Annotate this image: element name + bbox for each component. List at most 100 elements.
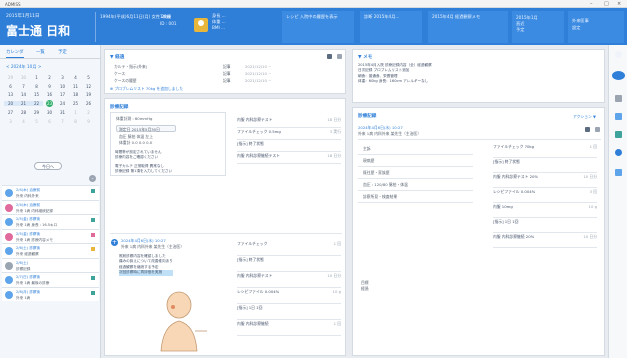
tab-list[interactable]: 一覧 [36,49,45,55]
order-row[interactable]: レシピファイル 0.004% 10 g [237,289,341,295]
action-dropdown[interactable]: アクション ▼ [573,114,596,120]
calendar-day[interactable]: 2 [43,75,56,80]
calendar-day[interactable]: 23 [43,100,56,108]
today-button[interactable]: 今日へ [34,162,62,170]
calendar-day[interactable]: 18 [69,92,82,97]
calendar-day[interactable]: 19 [82,92,95,97]
close-icon[interactable]: × [617,1,621,7]
history-item[interactable]: 2/7(日) 診察後 外来 1病 最後の診療 [2,272,99,287]
history-item[interactable]: 2/8(月) 診察後 外来 1病 [2,286,99,301]
history-item[interactable]: 2/6(土) 診察後 外来 経過観察 [2,243,99,258]
calendar-day[interactable]: 7 [56,119,69,124]
hamburger-icon[interactable] [615,51,622,58]
history-item[interactable]: 2/4(木) 治療前 外来 内科外来 [2,185,99,200]
calendar-day[interactable]: 30 [17,75,30,80]
calendar-icon[interactable] [615,113,622,120]
edit-icon[interactable] [327,54,332,59]
care-row[interactable]: 既往歴・家族歴 [363,170,390,176]
order-row[interactable]: [指示] 1日 1回 [493,219,597,225]
add-problem-link[interactable]: ⊕ プロブレムリスト 70kg を追加しました [110,86,183,92]
calendar-day[interactable]: 6 [4,84,17,89]
calendar-day[interactable]: 3 [56,75,69,80]
calendar-day[interactable]: 29 [4,75,17,80]
header-panel-4[interactable]: 2015年1月 直近 予定 [512,11,564,43]
calendar-day[interactable]: 8 [69,119,82,124]
maximize-icon[interactable]: □ [604,1,609,7]
calendar-day[interactable]: 20 [4,101,17,107]
list-icon[interactable] [615,95,622,102]
calendar-day[interactable]: 30 [43,110,56,115]
order-row[interactable]: [指示] 終了状態 [237,257,341,263]
edit-icon[interactable] [585,127,590,132]
order-row[interactable]: レシピファイル 0.004% 3 回 [493,189,597,195]
calendar-day[interactable]: 14 [17,92,30,97]
order-row[interactable]: ファイルチェック 1 回 [237,241,341,247]
calendar-day[interactable]: 22 [30,101,43,107]
calendar-day[interactable]: 2 [82,110,95,115]
chart-icon[interactable] [615,131,622,138]
header-panel-1[interactable]: レシピ 入院中の履歴を表示 [282,11,354,43]
calendar-day[interactable]: 6 [43,119,56,124]
calendar-day[interactable]: 7 [17,84,30,89]
header-panel-2[interactable]: 診断 2015年4月... [360,11,422,43]
print-icon[interactable] [595,127,600,132]
calendar-day[interactable]: 3 [4,119,17,124]
calendar-day[interactable]: 28 [17,110,30,115]
history-item[interactable]: 2/6(土) 診察記録 [2,257,99,272]
more-icon[interactable] [337,54,342,59]
order-row[interactable]: [指示] 終了状態 [237,141,341,147]
calendar-day[interactable]: 12 [82,84,95,89]
calendar-day[interactable]: 25 [69,101,82,106]
calendar-day[interactable]: 27 [4,110,17,115]
tab-schedule[interactable]: 予定 [58,49,67,55]
header-panel-5[interactable]: 外来医事 設定 [568,11,624,43]
order-row[interactable]: 内服 内科診察テスト 20% 10 日分 [493,174,597,180]
calendar-day[interactable]: 9 [43,84,56,89]
calendar-month[interactable]: < 2024年 10月 > [6,64,41,70]
collapse-icon[interactable]: - [89,175,96,182]
calendar-day[interactable]: 29 [30,110,43,115]
person-icon[interactable] [615,149,622,156]
calendar-day[interactable]: 5 [82,75,95,80]
calendar-day[interactable]: 4 [17,119,30,124]
order-row[interactable]: 内服 内科診察テスト 10 日分 [237,273,341,279]
calendar-day[interactable]: 1 [69,110,82,115]
calendar-day[interactable]: 26 [82,101,95,106]
chat-icon[interactable] [615,169,622,176]
history-item[interactable]: 2/5(金) 診察後 外来 1病 身長 : 16.5キロ [2,214,99,229]
calendar-day[interactable]: 24 [56,101,69,106]
care-row[interactable]: 血圧 : 120/80 脉拍・体温 [363,182,408,188]
calendar-day[interactable]: 1 [30,75,43,80]
refresh-icon[interactable] [612,71,625,80]
order-row[interactable]: 内服 内科診察継続 1 回 [237,321,341,327]
order-row[interactable]: [指示] 1日 1回 [237,305,341,311]
tab-calendar[interactable]: カレンダ [6,49,24,58]
calendar-day[interactable]: 10 [56,84,69,89]
calendar-day[interactable]: 9 [82,119,95,124]
calendar-day[interactable]: 15 [30,92,43,97]
minimize-icon[interactable]: – [590,1,593,7]
care-row[interactable]: 現病歴 [363,158,374,164]
care-row[interactable]: 主訴 [363,146,371,152]
header-panel-3[interactable]: 2015年4月 経過観察メモ [428,11,508,43]
calendar-day[interactable]: 31 [56,110,69,115]
order-row[interactable]: 内服 内科診察継続 20% 10 日分 [493,234,597,240]
calendar-day[interactable]: 8 [30,84,43,89]
history-item[interactable]: 2/4(木) 治療前 外来 1病 内科継続記録 [2,199,99,214]
body-diagram[interactable] [151,291,215,353]
vitals-date-field[interactable]: 測定日 2015年5月30日 [116,125,176,132]
calendar-day[interactable]: 16 [43,92,56,97]
calendar-day[interactable]: 5 [30,119,43,124]
calendar-day[interactable]: 11 [69,84,82,89]
order-row[interactable]: 内服 内科診察テスト 18 日分 [237,117,341,123]
calendar-day[interactable]: 21 [17,101,30,107]
order-row[interactable]: ファイルチェック 0.5mg 3 実行 [237,129,341,135]
calendar-day[interactable]: 17 [56,92,69,97]
care-row[interactable]: 診察所見・検査結果 [363,194,397,200]
patient-avatar[interactable] [194,18,208,32]
calendar-day[interactable]: 13 [4,92,17,97]
order-row[interactable]: 内服 10mg 10 g [493,204,597,210]
calendar-day[interactable]: 4 [69,75,82,80]
order-row[interactable]: [指示] 終了状態 [493,159,597,165]
order-row[interactable]: 内服 内科診察継続テスト 18 日分 [237,153,341,159]
